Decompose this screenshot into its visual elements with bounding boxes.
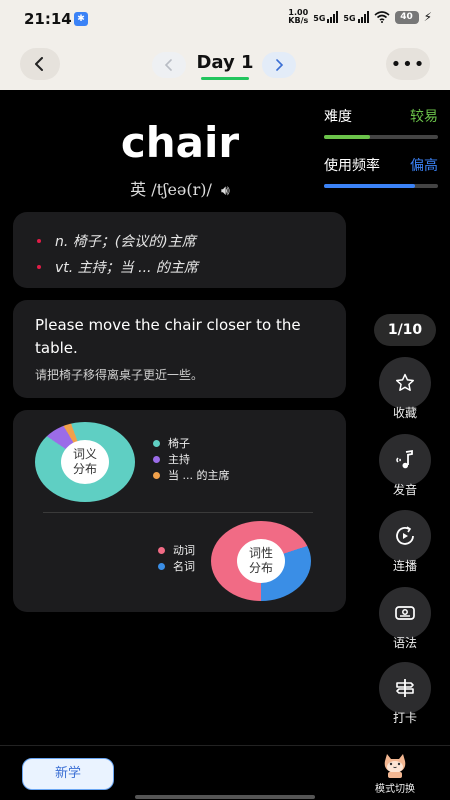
chevron-left-icon bbox=[164, 59, 172, 71]
legend-item: 名词 bbox=[158, 558, 195, 574]
page-title: Day 1 bbox=[196, 52, 254, 73]
frequency-bar bbox=[324, 184, 438, 188]
legend-swatch bbox=[153, 471, 160, 479]
pronounce-button[interactable] bbox=[379, 434, 431, 486]
status-bar: 21:14 ✱ 1.00 KB/s 5G 5G 40 ⚡ bbox=[0, 0, 450, 38]
difficulty-bar bbox=[324, 135, 438, 139]
difficulty-bar-fill bbox=[324, 135, 370, 139]
frequency-value: 偏高 bbox=[410, 158, 438, 174]
legend-label: 椅子 bbox=[168, 437, 190, 450]
autoplay-label: 连播 bbox=[392, 559, 417, 573]
meaning-distribution-label: 词义 分布 bbox=[61, 440, 109, 484]
app-notification-icon: ✱ bbox=[74, 12, 88, 26]
difficulty-value: 较易 bbox=[410, 109, 438, 125]
grammar-button[interactable] bbox=[379, 587, 431, 639]
pronunciation-icon[interactable]: 🔊︎ bbox=[221, 183, 230, 199]
grammar-icon bbox=[395, 606, 415, 620]
signpost-icon bbox=[396, 679, 414, 697]
mode-switch-label[interactable]: 模式切换 bbox=[364, 780, 426, 795]
signal-2: 5G bbox=[343, 11, 369, 23]
top-bar: 21:14 ✱ 1.00 KB/s 5G 5G 40 ⚡ Day 1 ••• bbox=[0, 0, 450, 90]
charging-icon: ⚡ bbox=[423, 10, 432, 24]
title-underline bbox=[201, 77, 249, 80]
legend-label: 当 ... 的主席 bbox=[168, 469, 230, 482]
chevron-right-icon bbox=[276, 59, 284, 71]
checkin-label: 打卡 bbox=[392, 711, 417, 725]
phonetic-text: /tʃeə(r)/ bbox=[151, 180, 212, 199]
frequency-bar-fill bbox=[324, 184, 416, 188]
home-indicator bbox=[135, 795, 315, 799]
net-speed-unit: KB/s bbox=[288, 16, 309, 25]
signal-2-icon bbox=[357, 11, 369, 23]
legend-swatch bbox=[158, 562, 165, 570]
frequency-label: 使用频率 bbox=[324, 158, 380, 174]
legend-swatch bbox=[153, 439, 160, 447]
frequency-meter: 使用频率 偏高 bbox=[324, 155, 438, 188]
definitions-card: n. 椅子；(会议的)主席 vt. 主持；当 ... 的主席 bbox=[13, 212, 346, 288]
favorite-label: 收藏 bbox=[392, 406, 417, 420]
signal-1-icon bbox=[327, 11, 339, 23]
net-speed: 1.00 KB/s bbox=[288, 9, 308, 25]
wifi-icon bbox=[374, 11, 390, 23]
distribution-card: 词义 分布 椅子 主持 当 ... 的主席 动词 名词 词性 分布 bbox=[13, 410, 346, 612]
bullet-dot bbox=[37, 265, 41, 269]
legend-label: 动词 bbox=[173, 544, 195, 557]
meaning-label-line1: 词义 bbox=[72, 447, 97, 461]
definition-item: n. 椅子；(会议的)主席 bbox=[37, 228, 328, 254]
new-learn-button[interactable]: 新学 bbox=[22, 758, 114, 790]
signal-1-label: 5G bbox=[313, 14, 326, 23]
status-right: 1.00 KB/s 5G 5G 40 ⚡ bbox=[288, 9, 432, 25]
status-time: 21:14 bbox=[24, 10, 72, 28]
more-button[interactable]: ••• bbox=[386, 48, 430, 80]
definition-text: vt. 主持；当 ... 的主席 bbox=[55, 260, 198, 276]
more-horizontal-icon: ••• bbox=[390, 53, 426, 75]
pos-distribution-label: 词性 分布 bbox=[237, 539, 285, 583]
phonetic: 英 /tʃeə(r)/ 🔊︎ bbox=[0, 176, 360, 200]
next-day-button[interactable] bbox=[262, 52, 296, 78]
meaning-label-line2: 分布 bbox=[72, 462, 97, 476]
pos-label-line2: 分布 bbox=[248, 561, 273, 575]
legend-item: 主持 bbox=[153, 451, 229, 467]
difficulty-meter: 难度 较易 bbox=[324, 106, 438, 139]
bottom-bar: 新学 模式切换 bbox=[0, 745, 450, 800]
header: Day 1 ••• bbox=[0, 40, 450, 90]
favorite-button[interactable] bbox=[379, 357, 431, 409]
pronounce-label: 发音 bbox=[392, 483, 417, 497]
legend-label: 主持 bbox=[168, 453, 190, 466]
grammar-label: 语法 bbox=[392, 636, 417, 650]
checkin-button[interactable] bbox=[379, 662, 431, 714]
autoplay-icon bbox=[396, 526, 414, 545]
star-icon bbox=[396, 373, 414, 391]
definition-item: vt. 主持；当 ... 的主席 bbox=[37, 254, 328, 280]
legend-swatch bbox=[158, 546, 165, 554]
word-headword: chair bbox=[120, 118, 240, 167]
divider bbox=[43, 512, 313, 513]
example-english: Please move the chair closer to the tabl… bbox=[35, 316, 301, 357]
bullet-dot bbox=[37, 239, 41, 243]
cat-icon[interactable] bbox=[380, 751, 410, 779]
legend-item: 当 ... 的主席 bbox=[153, 467, 229, 483]
previous-day-button[interactable] bbox=[152, 52, 186, 78]
difficulty-label: 难度 bbox=[324, 109, 352, 125]
legend-item: 椅子 bbox=[153, 435, 229, 451]
signal-1: 5G bbox=[313, 11, 339, 23]
signal-2-label: 5G bbox=[343, 14, 356, 23]
battery-icon: 40 bbox=[394, 10, 419, 24]
definition-text: n. 椅子；(会议的)主席 bbox=[55, 234, 196, 250]
example-chinese: 请把椅子移得离桌子更近一些。 bbox=[35, 368, 204, 382]
legend-label: 名词 bbox=[173, 560, 195, 573]
back-button[interactable] bbox=[20, 48, 60, 80]
phonetic-label: 英 bbox=[130, 180, 147, 199]
legend-item: 动词 bbox=[158, 542, 195, 558]
meaning-legend: 椅子 主持 当 ... 的主席 bbox=[153, 435, 229, 483]
pos-legend: 动词 名词 bbox=[158, 542, 195, 574]
pos-label-line1: 词性 bbox=[248, 546, 273, 560]
chevron-left-icon bbox=[35, 57, 43, 71]
music-note-icon bbox=[396, 449, 413, 469]
legend-swatch bbox=[153, 455, 160, 463]
autoplay-button[interactable] bbox=[379, 510, 431, 562]
word-counter: 1/10 bbox=[374, 314, 436, 346]
example-card[interactable]: Please move the chair closer to the tabl… bbox=[13, 300, 346, 398]
